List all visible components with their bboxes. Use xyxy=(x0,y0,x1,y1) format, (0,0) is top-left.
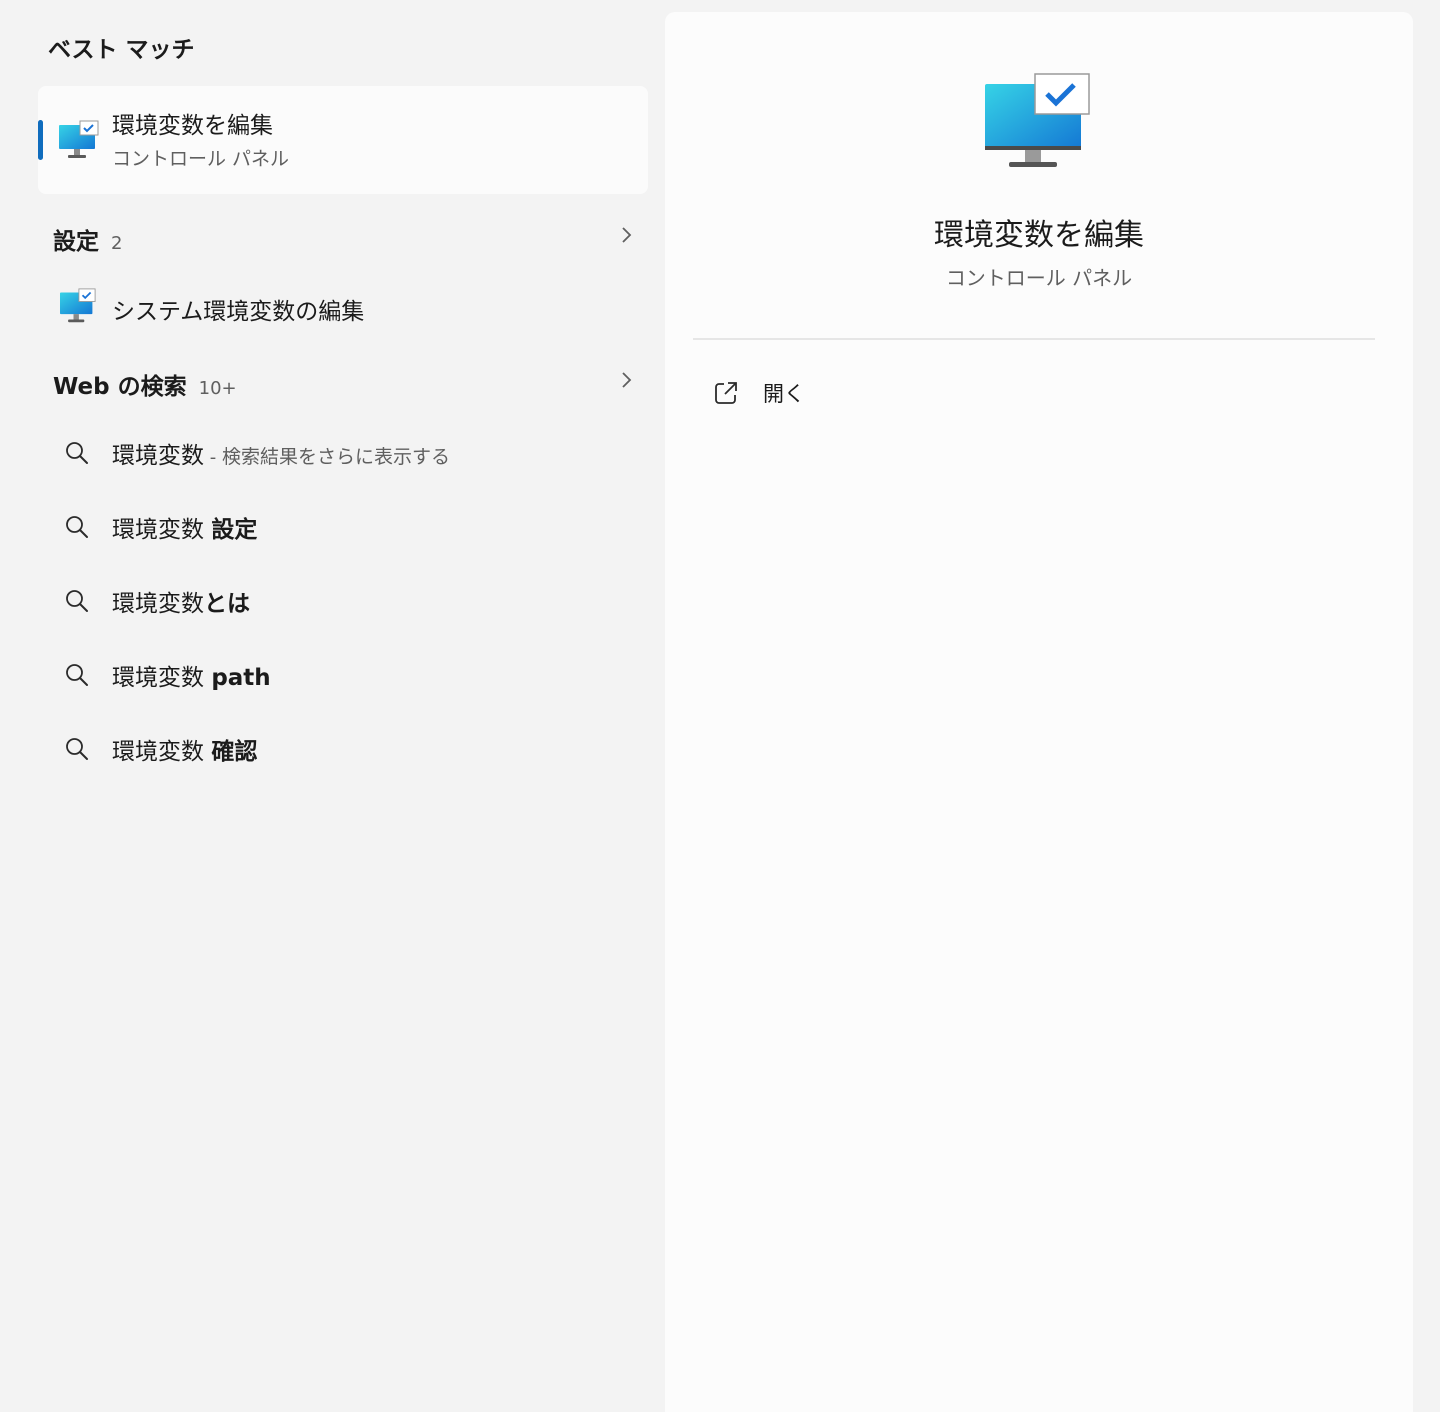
best-match-heading: ベスト マッチ xyxy=(48,37,195,63)
monitor-checkmark-icon xyxy=(59,120,99,158)
search-icon xyxy=(66,516,88,538)
suggestion-query: 環境変数 xyxy=(112,665,212,691)
suggestion-hint: 検索結果をさらに表示する xyxy=(221,446,450,468)
best-match-title: 環境変数を編集 xyxy=(112,113,273,139)
web-search-suggestion[interactable]: 環境変数 設定 xyxy=(38,498,648,554)
monitor-checkmark-icon xyxy=(985,73,1090,167)
web-search-suggestion[interactable]: 環境変数 path xyxy=(38,646,648,702)
chevron-right-icon xyxy=(622,227,632,243)
suggestion-separator: - xyxy=(204,447,222,468)
search-results-pane: ベスト マッチ 環境変数を編集 コントロール パネル 設定 2 システム環境変数の… xyxy=(0,0,664,1412)
web-search-suggestion[interactable]: 環境変数 - 検索結果をさらに表示する xyxy=(38,424,648,480)
settings-result-item[interactable]: システム環境変数の編集 xyxy=(38,278,648,336)
suggestion-suffix: とは xyxy=(204,591,250,617)
suggestion-query: 環境変数 xyxy=(112,443,204,469)
settings-group-label: 設定 xyxy=(53,229,99,255)
suggestion-suffix: 設定 xyxy=(211,517,258,543)
selection-indicator xyxy=(38,120,43,160)
web-search-suggestion-label: 環境変数 path xyxy=(112,658,271,692)
web-search-group-label: Web の検索 xyxy=(53,374,187,400)
preview-title: 環境変数を編集 xyxy=(934,218,1144,253)
web-search-group-header[interactable]: Web の検索 10+ xyxy=(38,359,648,403)
open-action-label: 開く xyxy=(763,382,805,406)
search-icon xyxy=(66,738,88,760)
open-action[interactable]: 開く xyxy=(693,364,1375,420)
web-search-suggestion-label: 環境変数 - 検索結果をさらに表示する xyxy=(112,436,450,470)
search-icon xyxy=(66,442,88,464)
web-search-group-title: Web の検索 10+ xyxy=(53,367,237,401)
web-search-suggestion-label: 環境変数 確認 xyxy=(112,732,257,766)
suggestion-query: 環境変数 xyxy=(112,739,212,765)
best-match-subtitle: コントロール パネル xyxy=(112,148,290,170)
best-match-item[interactable]: 環境変数を編集 コントロール パネル xyxy=(38,86,648,194)
web-search-suggestion-label: 環境変数とは xyxy=(112,584,250,618)
preview-divider xyxy=(693,338,1375,340)
web-search-suggestion-label: 環境変数 設定 xyxy=(112,510,257,544)
web-search-suggestion[interactable]: 環境変数 確認 xyxy=(38,720,648,776)
search-icon xyxy=(66,590,88,612)
settings-group-header[interactable]: 設定 2 xyxy=(38,214,648,258)
preview-subtitle: コントロール パネル xyxy=(945,266,1133,290)
chevron-right-icon xyxy=(622,372,632,388)
search-icon xyxy=(66,664,88,686)
suggestion-suffix: 確認 xyxy=(211,739,258,765)
suggestion-query: 環境変数 xyxy=(112,517,212,543)
suggestion-suffix: path xyxy=(211,665,271,691)
settings-group-title: 設定 2 xyxy=(53,222,122,256)
web-search-group-count: 10+ xyxy=(198,378,237,399)
open-external-icon xyxy=(715,382,737,404)
monitor-checkmark-icon xyxy=(60,288,96,323)
settings-group-count: 2 xyxy=(111,233,123,254)
preview-pane: 環境変数を編集 コントロール パネル 開く xyxy=(665,12,1413,1412)
suggestion-query: 環境変数 xyxy=(112,591,204,617)
web-search-suggestion[interactable]: 環境変数とは xyxy=(38,572,648,628)
settings-result-label: システム環境変数の編集 xyxy=(112,299,365,325)
